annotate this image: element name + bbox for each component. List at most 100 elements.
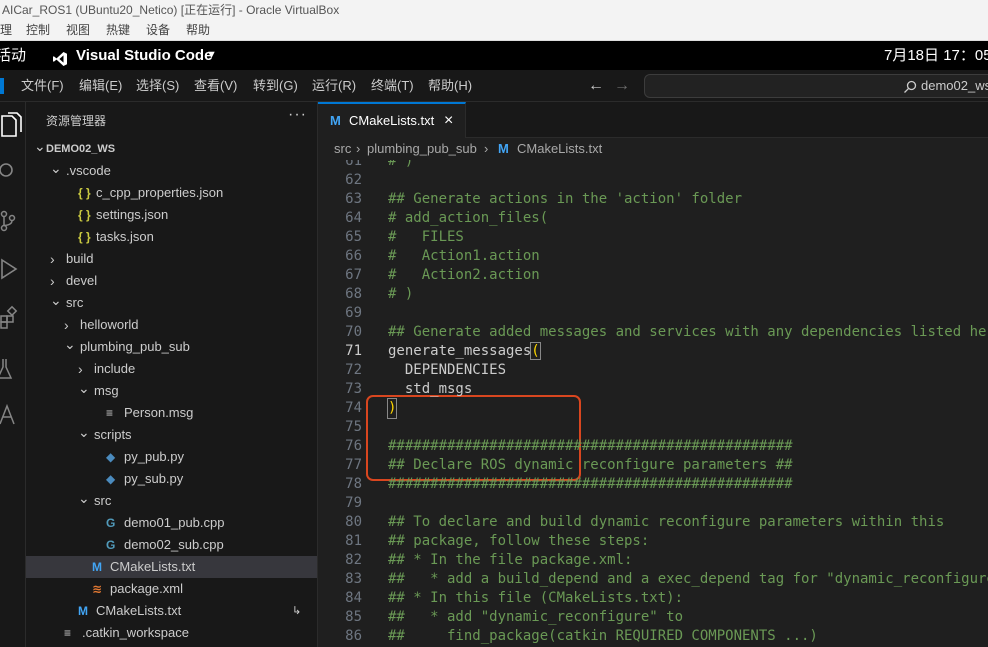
code-line: 79 <box>318 494 988 513</box>
vbox-menu-item[interactable]: 理 <box>0 20 12 41</box>
back-arrow-icon[interactable]: ← <box>588 70 604 102</box>
code-text: ########################################… <box>388 438 793 454</box>
tree-file-item[interactable]: Gdemo01_pub.cpp <box>26 512 317 534</box>
code-line: 72 DEPENDENCIES <box>318 361 988 380</box>
vbox-menu-hotkeys[interactable]: 热键 <box>106 20 130 41</box>
tree-folder-item[interactable]: › include <box>26 358 317 380</box>
tree-folder-item[interactable]: ⌄ src <box>26 292 317 314</box>
code-line: 86 ## find_package(catkin REQUIRED COMPON… <box>318 627 988 646</box>
code-text: ## Generate actions in the 'action' fold… <box>388 191 743 207</box>
rss-xml-file-icon: ≋ <box>92 582 103 596</box>
tree-folder-item[interactable]: ⌄ scripts <box>26 424 317 446</box>
vbox-menu-devices[interactable]: 设备 <box>146 20 170 41</box>
command-center-search[interactable]: demo02_ws <box>644 74 988 98</box>
tree-folder-item[interactable]: ⌄ DEMO02_WS <box>26 138 317 160</box>
line-number: 84 <box>345 590 362 606</box>
line-number: 80 <box>345 514 362 530</box>
tree-folder-item[interactable]: ⌄ msg <box>26 380 317 402</box>
line-number: 70 <box>345 324 362 340</box>
vbox-menu-control[interactable]: 控制 <box>26 20 50 41</box>
breadcrumb-item-file[interactable]: CMakeLists.txt <box>517 138 602 160</box>
tree-file-item[interactable]: ◆ py_sub.py <box>26 468 317 490</box>
tree-item-label: include <box>94 361 136 376</box>
tree-item-label: py_sub.py <box>124 471 184 486</box>
tree-file-item[interactable]: M CMakeLists.txt <box>26 556 317 578</box>
vbox-menu-view[interactable]: 视图 <box>66 20 90 41</box>
tree-item-label: c_cpp_properties.json <box>96 185 224 200</box>
code-text: ) <box>386 398 398 419</box>
code-text: ## Generate added messages and services … <box>388 324 988 340</box>
code-line: 68 # ) <box>318 285 988 304</box>
explorer-title: 资源管理器 <box>46 114 107 128</box>
code-line: 81 ## package, follow these steps: <box>318 532 988 551</box>
clock[interactable]: 7月18日 17：05 <box>884 41 988 70</box>
vbox-menu-bar: 理 控制 视图 热键 设备 帮助 <box>0 20 988 41</box>
code-text: generate_messages( <box>388 342 541 360</box>
code-text: # FILES <box>388 229 464 245</box>
ros-extension-icon[interactable] <box>0 400 26 430</box>
line-number: 65 <box>345 229 362 245</box>
tree-item-label: msg <box>94 383 119 398</box>
source-control-icon[interactable] <box>0 206 26 236</box>
tree-file-item[interactable]: { } c_cpp_properties.json <box>26 182 317 204</box>
breadcrumb: src › plumbing_pub_sub › M CMakeLists.tx… <box>318 138 988 160</box>
tab-label: CMakeLists.txt <box>349 113 435 128</box>
tree-folder-item[interactable]: ⌄ .vscode <box>26 160 317 182</box>
code-line: 74) <box>318 398 988 419</box>
tree-folder-item[interactable]: › devel <box>26 270 317 292</box>
tab-cmakelists[interactable]: M CMakeLists.txt × <box>318 102 466 138</box>
breadcrumb-item-src[interactable]: src <box>334 138 351 160</box>
vbox-menu-help[interactable]: 帮助 <box>186 20 210 41</box>
breadcrumb-item-package[interactable]: plumbing_pub_sub <box>367 138 477 160</box>
testing-flask-icon[interactable] <box>0 354 26 384</box>
menu-terminal[interactable]: 终端(T) <box>371 70 414 102</box>
tree-file-item[interactable]: { } tasks.json <box>26 226 317 248</box>
tree-file-item[interactable]: M CMakeLists.txt ↳ <box>26 600 317 622</box>
app-menu-title[interactable]: Visual Studio Code <box>76 41 212 70</box>
menu-view[interactable]: 查看(V) <box>194 70 237 102</box>
code-line: 73 std_msgs <box>318 380 988 399</box>
forward-arrow-icon[interactable]: → <box>614 70 630 102</box>
tree-file-item[interactable]: { } settings.json <box>26 204 317 226</box>
code-editor[interactable]: 61 # ) 62 63 ## Generate actions in the 'act… <box>318 160 988 647</box>
code-text: ## * add a build_depend and a exec_depen… <box>388 571 988 587</box>
tree-folder-item[interactable]: ⌄ plumbing_pub_sub <box>26 336 317 358</box>
breadcrumb-separator-icon: › <box>484 141 489 156</box>
tree-folder-item[interactable]: › build <box>26 248 317 270</box>
tree-file-item[interactable]: ◆ py_pub.py <box>26 446 317 468</box>
line-number: 74 <box>345 400 362 416</box>
menu-go[interactable]: 转到(G) <box>253 70 298 102</box>
code-text: ## * In this file (CMakeLists.txt): <box>388 590 684 606</box>
tree-file-item[interactable]: ≋ package.xml <box>26 578 317 600</box>
explorer-icon[interactable] <box>0 110 26 140</box>
chevron-down-icon: ⌄ <box>50 160 62 176</box>
chevron-down-icon: ⌄ <box>64 336 76 352</box>
menu-selection[interactable]: 选择(S) <box>136 70 179 102</box>
extensions-icon[interactable] <box>0 304 26 334</box>
line-number: 78 <box>345 476 362 492</box>
chevron-down-icon[interactable]: ▼ <box>206 41 217 70</box>
more-actions-icon[interactable]: ··· <box>288 106 307 124</box>
tree-file-item[interactable]: ≡ .catkin_workspace <box>26 622 317 644</box>
chevron-down-icon: ⌄ <box>78 380 90 396</box>
tree-item-label: CMakeLists.txt <box>110 559 196 574</box>
code-line: 83 ## * add a build_depend and a exec_dep… <box>318 570 988 589</box>
code-text: # ) <box>388 160 414 169</box>
tree-folder-item[interactable]: ⌄ src <box>26 490 317 512</box>
search-icon[interactable] <box>0 156 26 186</box>
code-line: 80 ## To declare and build dynamic reconf… <box>318 513 988 532</box>
menu-help[interactable]: 帮助(H) <box>428 70 472 102</box>
tree-item-label: scripts <box>94 427 132 442</box>
line-number: 73 <box>345 381 362 397</box>
tree-item-label: devel <box>66 273 98 288</box>
activities-button[interactable]: 活动 <box>0 41 26 70</box>
line-number: 64 <box>345 210 362 226</box>
menu-run[interactable]: 运行(R) <box>312 70 356 102</box>
tree-file-item[interactable]: Gdemo02_sub.cpp <box>26 534 317 556</box>
code-line: 82 ## * In the file package.xml: <box>318 551 988 570</box>
tree-file-item[interactable]: ≡ Person.msg <box>26 402 317 424</box>
close-icon[interactable]: × <box>444 104 453 138</box>
run-debug-icon[interactable] <box>0 254 26 284</box>
menu-file[interactable]: 文件(F) <box>21 70 64 102</box>
menu-edit[interactable]: 编辑(E) <box>79 70 122 102</box>
